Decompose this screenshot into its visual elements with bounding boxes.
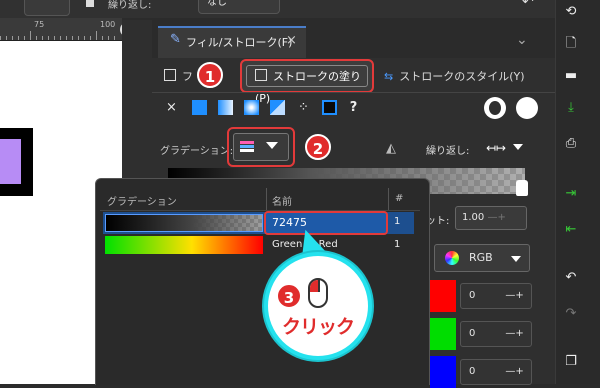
repeat-label: 繰り返し:: [108, 0, 152, 11]
divider: [266, 188, 267, 210]
square-icon[interactable]: [86, 0, 94, 7]
print-icon[interactable]: ⎙: [563, 136, 579, 152]
unset-paint-button[interactable]: ?: [346, 100, 361, 115]
offset-field[interactable]: 1.00 —+: [455, 206, 527, 230]
pen-icon: ✎: [170, 32, 181, 47]
swatch-button[interactable]: [322, 100, 337, 115]
dropdown-arrow-icon[interactable]: [513, 144, 523, 150]
rectangle-fill: [0, 139, 21, 184]
mesh-gradient-button[interactable]: [270, 100, 285, 115]
repeat-label: 繰り返し:: [426, 146, 470, 157]
divider: [388, 188, 389, 210]
no-paint-button[interactable]: ×: [164, 100, 179, 115]
offset-value: 1.00: [462, 212, 485, 223]
new-document-icon[interactable]: 🗋: [563, 36, 579, 52]
radial-gradient-button[interactable]: [244, 100, 259, 115]
color-wheel-icon: [445, 251, 459, 265]
tab-label: フィル/ストローク(F): [186, 36, 293, 49]
subtab-stroke-style[interactable]: ⇆ ストロークのスタイル(Y): [384, 64, 534, 90]
green-value: 0: [469, 328, 476, 339]
color-mode-label: RGB: [469, 251, 493, 264]
gradient-count-cell: 1: [394, 239, 401, 250]
chevron-down-icon[interactable]: ⌄: [516, 32, 528, 48]
save-icon[interactable]: ⤓: [563, 100, 579, 116]
ruler-number: 100: [100, 20, 116, 29]
color-mode-dropdown[interactable]: RGB: [434, 244, 530, 272]
copy-icon[interactable]: ❐: [563, 354, 579, 370]
repeat-mode-icon[interactable]: ↤↦: [486, 141, 506, 155]
green-channel-swatch: [430, 318, 456, 350]
undo-icon[interactable]: ↶: [563, 270, 579, 286]
step-badge-3: 3: [276, 283, 302, 309]
column-header-name[interactable]: 名前: [272, 193, 292, 208]
horizontal-ruler: 75 100: [0, 18, 122, 41]
redo-icon[interactable]: ↷: [563, 306, 579, 322]
toolbar-dropdown[interactable]: [24, 0, 70, 16]
close-icon[interactable]: ×: [286, 33, 297, 48]
gradient-stop-handle[interactable]: [516, 180, 528, 196]
click-instruction: クリック: [282, 316, 355, 338]
gradient-select-button[interactable]: [227, 127, 295, 167]
red-channel-field[interactable]: 0 —+: [460, 283, 532, 309]
blue-value: 0: [469, 366, 476, 377]
pattern-button[interactable]: ⁘: [296, 100, 311, 115]
subtab-fill-label: フ: [182, 70, 193, 83]
checkbox-icon: [164, 69, 176, 81]
red-channel-swatch: [430, 280, 456, 312]
column-header-count[interactable]: #: [395, 193, 403, 204]
column-header-gradient[interactable]: グラデーション: [107, 193, 177, 208]
linear-gradient-button[interactable]: [218, 100, 233, 115]
gradient-list-icon: [240, 141, 254, 153]
step-badge-2: 2: [305, 134, 331, 160]
ruler-number: 75: [34, 20, 45, 29]
undo-icon[interactable]: ↶: [522, 0, 534, 10]
blue-channel-field[interactable]: 0 —+: [460, 359, 532, 385]
red-value: 0: [469, 290, 476, 301]
undo-history-icon[interactable]: ⟲: [563, 4, 579, 20]
subtab-stroke-style-label: ストロークのスタイル(Y): [399, 70, 525, 83]
gradient-swatch[interactable]: [105, 236, 263, 254]
gradient-name-cell[interactable]: 72475: [264, 211, 388, 235]
fill-rule-nonzero-icon[interactable]: [516, 97, 538, 119]
gradient-count-cell: 1: [394, 216, 401, 227]
chevron-down-icon: [511, 256, 521, 262]
gradient-swatch: [105, 214, 263, 232]
dropdown-arrow-icon: [266, 142, 278, 149]
open-folder-icon[interactable]: ▬: [563, 68, 579, 84]
subtab-stroke-paint[interactable]: ストロークの塗り(P): [240, 59, 374, 105]
export-icon[interactable]: ⇤: [563, 222, 579, 238]
flat-color-button[interactable]: [192, 100, 207, 115]
checkbox-icon: [255, 69, 267, 81]
divider: [152, 92, 555, 93]
import-icon[interactable]: ⇥: [563, 186, 579, 202]
repeat-dropdown[interactable]: なし: [198, 0, 280, 14]
mouse-left-click-icon: [308, 278, 328, 308]
reverse-gradient-icon[interactable]: ◭: [386, 141, 396, 156]
fill-rule-evenodd-icon[interactable]: [484, 97, 506, 119]
green-channel-field[interactable]: 0 —+: [460, 321, 532, 347]
step-badge-1: 1: [197, 62, 223, 88]
gradient-label: グラデーション:: [160, 146, 234, 157]
stroke-style-icon: ⇆: [384, 70, 394, 83]
blue-channel-swatch: [430, 356, 456, 388]
